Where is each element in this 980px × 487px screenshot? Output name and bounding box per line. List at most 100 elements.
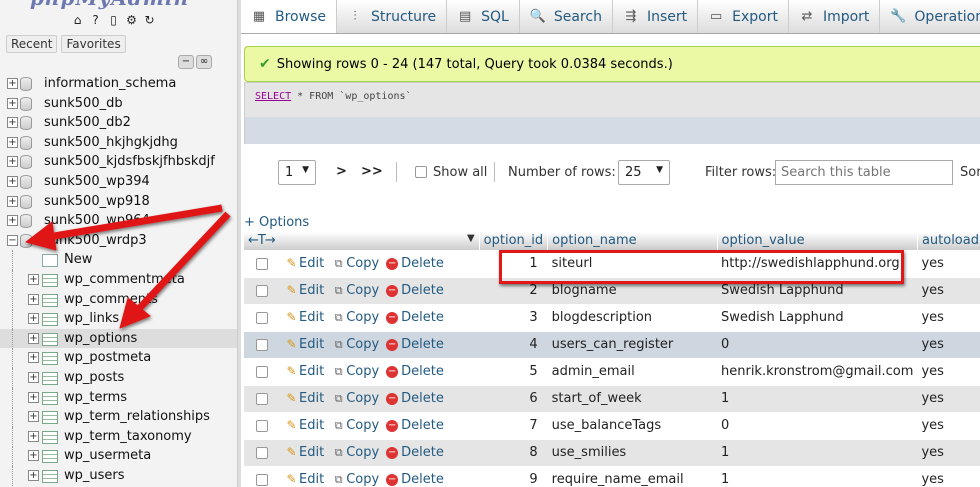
option-name-cell[interactable]: users_can_register bbox=[547, 330, 717, 358]
expand-icon[interactable]: + bbox=[28, 352, 39, 364]
expand-icon[interactable]: + bbox=[7, 136, 18, 148]
expand-icon[interactable]: + bbox=[7, 195, 18, 207]
database-item[interactable]: + sunk500_wp918 bbox=[0, 192, 237, 212]
option-id-cell[interactable]: 5 bbox=[479, 357, 548, 385]
autoload-cell[interactable]: yes bbox=[917, 438, 980, 466]
row-checkbox[interactable] bbox=[256, 284, 268, 297]
database-item[interactable]: + information_schema bbox=[0, 74, 237, 94]
table-item[interactable]: + wp_usermeta bbox=[0, 446, 237, 467]
edit-link[interactable]: ✎ Edit bbox=[284, 445, 324, 460]
delete-link[interactable]: − Delete bbox=[386, 445, 444, 460]
table-item[interactable]: + wp_posts bbox=[0, 367, 237, 388]
copy-link[interactable]: ⧉ Copy bbox=[331, 283, 379, 298]
expand-icon[interactable]: + bbox=[28, 313, 39, 325]
tab-import[interactable]: ⇄ Import bbox=[789, 0, 881, 33]
expand-icon[interactable]: + bbox=[7, 175, 18, 187]
delete-link[interactable]: − Delete bbox=[386, 391, 444, 406]
chevron-down-icon[interactable]: ▼ bbox=[467, 233, 475, 244]
database-name[interactable]: sunk500_wp918 bbox=[44, 194, 150, 209]
option-name-cell[interactable]: use_smilies bbox=[547, 438, 717, 466]
table-name[interactable]: wp_users bbox=[64, 468, 125, 483]
expand-icon[interactable]: + bbox=[28, 391, 39, 403]
table-name[interactable]: wp_options bbox=[64, 331, 137, 346]
tab-browse[interactable]: ▦ Browse bbox=[241, 0, 337, 33]
expand-icon[interactable]: − bbox=[7, 234, 18, 246]
tab-sql[interactable]: ▤ SQL bbox=[447, 0, 520, 33]
sql-keyword[interactable]: SELECT bbox=[255, 91, 291, 102]
edit-link[interactable]: ✎ Edit bbox=[284, 364, 324, 379]
row-checkbox[interactable] bbox=[256, 257, 268, 270]
delete-link[interactable]: − Delete bbox=[386, 310, 444, 325]
database-item[interactable]: − sunk500_wrdp3 bbox=[0, 231, 237, 251]
show-all-checkbox[interactable] bbox=[415, 166, 427, 178]
option-id-cell[interactable]: 8 bbox=[479, 438, 548, 466]
option-name-cell[interactable]: require_name_email bbox=[547, 465, 717, 487]
expand-icon[interactable]: + bbox=[28, 293, 39, 305]
delete-link[interactable]: − Delete bbox=[386, 418, 444, 433]
delete-link[interactable]: − Delete bbox=[386, 256, 444, 271]
expand-icon[interactable]: + bbox=[28, 371, 39, 383]
autoload-cell[interactable]: yes bbox=[917, 303, 980, 331]
option-name-cell[interactable]: admin_email bbox=[547, 357, 717, 385]
expand-icon[interactable]: + bbox=[7, 97, 18, 109]
copy-link[interactable]: ⧉ Copy bbox=[331, 364, 379, 379]
option-name-cell[interactable]: blogname bbox=[547, 276, 717, 304]
next-page-button[interactable]: > bbox=[336, 164, 347, 179]
reload-icon[interactable]: ↻ bbox=[142, 13, 157, 28]
expand-icon[interactable]: + bbox=[7, 78, 18, 89]
option-value-cell[interactable]: http://swedishlapphund.org bbox=[717, 249, 918, 277]
expand-icon[interactable]: + bbox=[28, 469, 39, 481]
table-item[interactable]: + wp_comments bbox=[0, 289, 237, 310]
table-item[interactable]: + wp_links bbox=[0, 309, 237, 330]
database-item[interactable]: + sunk500_hkjhgkjdhg bbox=[0, 133, 237, 153]
autoload-cell[interactable]: yes bbox=[917, 249, 980, 277]
autoload-cell[interactable]: yes bbox=[917, 276, 980, 304]
edit-link[interactable]: ✎ Edit bbox=[284, 310, 324, 325]
table-row[interactable]: ✎ Edit ⧉ Copy − Delete 4 users_can_register 0 yes bbox=[244, 330, 980, 358]
table-name[interactable]: wp_postmeta bbox=[64, 350, 151, 365]
edit-link[interactable]: ✎ Edit bbox=[284, 391, 324, 406]
table-item[interactable]: + wp_commentmeta bbox=[0, 269, 237, 290]
table-item[interactable]: + wp_term_taxonomy bbox=[0, 426, 237, 447]
table-row[interactable]: ✎ Edit ⧉ Copy − Delete 3 blogdescription Swedish… bbox=[244, 303, 980, 331]
database-name[interactable]: sunk500_db2 bbox=[44, 115, 131, 130]
row-checkbox[interactable] bbox=[256, 311, 268, 324]
option-id-cell[interactable]: 1 bbox=[479, 249, 548, 277]
col-option-name[interactable]: option_name bbox=[547, 232, 718, 250]
copy-link[interactable]: ⧉ Copy bbox=[331, 472, 379, 487]
table-row[interactable]: ✎ Edit ⧉ Copy − Delete 8 use_smilies 1 yes bbox=[244, 438, 980, 466]
expand-icon[interactable]: + bbox=[28, 411, 39, 423]
copy-link[interactable]: ⧉ Copy bbox=[331, 337, 379, 352]
rows-select[interactable]: 25 ▼ bbox=[618, 160, 670, 185]
table-item[interactable]: + wp_term_relationships bbox=[0, 407, 237, 428]
settings-icon[interactable]: ⚙ bbox=[124, 13, 139, 28]
tab-insert[interactable]: ⇶ Insert bbox=[613, 0, 699, 33]
filter-rows-input[interactable] bbox=[775, 160, 953, 185]
tab-structure[interactable]: ⫶ Structure bbox=[337, 0, 448, 33]
col-option-id[interactable]: option_id bbox=[479, 232, 549, 250]
table-name[interactable]: wp_posts bbox=[64, 370, 124, 385]
table-item[interactable]: + wp_postmeta bbox=[0, 348, 237, 369]
copy-link[interactable]: ⧉ Copy bbox=[331, 391, 379, 406]
link-icon[interactable]: ∞ bbox=[196, 55, 212, 69]
option-id-cell[interactable]: 4 bbox=[479, 330, 548, 358]
copy-link[interactable]: ⧉ Copy bbox=[331, 310, 379, 325]
delete-link[interactable]: − Delete bbox=[386, 283, 444, 298]
autoload-cell[interactable]: yes bbox=[917, 465, 980, 487]
col-autoload[interactable]: autoload bbox=[917, 232, 980, 250]
last-page-button[interactable]: >> bbox=[361, 164, 383, 179]
delete-link[interactable]: − Delete bbox=[386, 337, 444, 352]
table-row[interactable]: ✎ Edit ⧉ Copy − Delete 5 admin_email henrik.kron… bbox=[244, 357, 980, 385]
table-name[interactable]: wp_usermeta bbox=[64, 448, 151, 463]
recent-tab[interactable]: Recent bbox=[6, 35, 58, 53]
database-item[interactable]: + sunk500_db bbox=[0, 94, 237, 114]
option-value-cell[interactable]: 0 bbox=[717, 330, 918, 358]
option-value-cell[interactable]: henrik.kronstrom@gmail.com bbox=[717, 357, 918, 385]
row-checkbox[interactable] bbox=[256, 419, 268, 432]
copy-link[interactable]: ⧉ Copy bbox=[331, 445, 379, 460]
table-row[interactable]: ✎ Edit ⧉ Copy − Delete 9 require_name_email 1 yes bbox=[244, 465, 980, 487]
collapse-all-icon[interactable]: − bbox=[178, 55, 194, 69]
autoload-cell[interactable]: yes bbox=[917, 330, 980, 358]
autoload-cell[interactable]: yes bbox=[917, 357, 980, 385]
column-arrows-icon[interactable]: ←T→ bbox=[248, 233, 276, 248]
